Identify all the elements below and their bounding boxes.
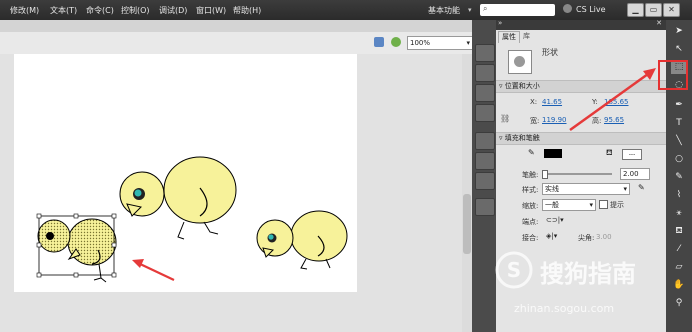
bone-tool-icon[interactable]: ⚹ (671, 206, 687, 220)
pencil-tool-icon[interactable]: ✎ (671, 170, 687, 184)
instance-type-label: 形状 (542, 48, 558, 57)
lock-aspect-icon[interactable]: ⛓ (500, 114, 510, 123)
stroke-width-input[interactable]: 2.00 (620, 168, 650, 180)
scale-value: 一般 (545, 201, 559, 209)
join-label: 接合: (522, 234, 539, 242)
minimize-button[interactable]: ▁ (627, 3, 644, 17)
stroke-color-swatch[interactable] (544, 149, 562, 158)
stage-artwork (36, 156, 348, 283)
disclosure-icon: ▿ (499, 82, 503, 90)
watermark-url: zhinan.sogou.com (514, 302, 615, 315)
menu-help[interactable]: 帮助(H) (233, 5, 261, 16)
tool-highlight-box (658, 60, 688, 90)
stroke-style-value: 实线 (545, 185, 559, 193)
panel-close-icon[interactable]: ✕ (656, 19, 662, 27)
edit-symbols-icon[interactable] (374, 37, 384, 47)
cs-live-icon (563, 4, 572, 13)
fill-color-swatch[interactable]: --- (622, 149, 642, 160)
paint-bucket-icon: ⛾ (606, 148, 613, 157)
workspace-switcher[interactable]: 基本功能 (428, 5, 460, 16)
section-fill-title: 填充和笔触 (504, 134, 540, 142)
menu-text[interactable]: 文本(T) (50, 5, 77, 16)
text-tool-icon[interactable]: T (671, 116, 687, 130)
edit-stroke-style-icon[interactable]: ✎ (638, 183, 645, 192)
close-button[interactable]: ✕ (663, 3, 680, 17)
stroke-slider[interactable] (542, 170, 612, 179)
scale-select[interactable]: 一般 ▾ (542, 199, 596, 211)
watermark: S 搜狗指南 zhinan.sogou.com (470, 244, 692, 332)
collapse-icon[interactable]: » (498, 19, 502, 27)
scale-dropdown-icon: ▾ (589, 201, 593, 209)
hint-checkbox[interactable] (599, 200, 608, 209)
annotation-arrow-tool (569, 68, 656, 132)
width-label: 宽: (530, 117, 540, 125)
panel-btn-components[interactable] (475, 198, 495, 216)
sogou-logo-icon: S (495, 251, 533, 289)
chick-right[interactable] (256, 210, 348, 270)
paint-bucket-icon[interactable]: ⛾ (671, 224, 687, 238)
pen-tool-icon[interactable]: ✒ (671, 98, 687, 112)
join-select[interactable]: ◈|▾ (546, 232, 557, 240)
svg-text:S: S (507, 258, 521, 282)
stroke-label: 笔触: (522, 171, 539, 179)
brush-tool-icon[interactable]: ⌇ (671, 188, 687, 202)
disclosure-icon: ▿ (499, 134, 503, 142)
edit-bar: 100% ▾ (0, 32, 473, 55)
search-icon: ⌕ (483, 4, 488, 13)
scale-label: 缩放: (522, 202, 539, 210)
panel-btn-properties[interactable] (475, 44, 495, 62)
cap-label: 端点: (522, 218, 539, 226)
shape-thumbnail-icon (508, 50, 532, 74)
menu-debug[interactable]: 调试(D) (159, 5, 187, 16)
cs-live-link[interactable]: CS Live (576, 5, 606, 14)
panel-btn-swatches[interactable] (475, 152, 495, 170)
zoom-dropdown-icon: ▾ (466, 39, 470, 47)
menu-control[interactable]: 控制(O) (121, 5, 150, 16)
x-label: X: (530, 98, 538, 106)
panel-btn-info[interactable] (475, 84, 495, 102)
miter-label: 尖角: (578, 234, 595, 242)
workspace-dropdown-icon[interactable]: ▾ (468, 6, 472, 14)
zoom-value: 100% (410, 39, 431, 47)
subselect-tool-icon[interactable]: ↖ (671, 42, 687, 56)
panel-btn-color[interactable] (475, 132, 495, 150)
style-dropdown-icon: ▾ (623, 185, 627, 193)
watermark-title: 搜狗指南 (540, 260, 636, 288)
panel-btn-motion[interactable] (475, 172, 495, 190)
edit-scene-icon[interactable] (391, 37, 401, 47)
rect-tool-icon[interactable]: ○ (671, 152, 687, 166)
menu-window[interactable]: 窗口(W) (196, 5, 226, 16)
zoom-select[interactable]: 100% ▾ (407, 36, 473, 50)
menu-commands[interactable]: 命令(C) (86, 5, 114, 16)
panel-btn-library[interactable] (475, 64, 495, 82)
tab-properties[interactable]: 属性 (498, 31, 520, 43)
line-tool-icon[interactable]: ╲ (671, 134, 687, 148)
panel-btn-align[interactable] (475, 104, 495, 122)
style-label: 样式: (522, 186, 539, 194)
stroke-style-select[interactable]: 实线 ▾ (542, 183, 630, 195)
search-input[interactable]: ⌕ (480, 4, 555, 16)
menu-bar: 修改(M) 文本(T) 命令(C) 控制(O) 调试(D) 窗口(W) 帮助(H… (0, 0, 692, 20)
pencil-icon: ✎ (528, 148, 535, 157)
menu-modify[interactable]: 修改(M) (10, 5, 39, 16)
annotation-arrow-stage (132, 259, 175, 281)
selection-tool-icon[interactable]: ➤ (671, 24, 687, 38)
maximize-button[interactable]: ▭ (645, 3, 662, 17)
tab-library[interactable]: 库 (520, 31, 533, 42)
stroke-slider-handle[interactable] (542, 170, 548, 179)
section-position-title: 位置和大小 (504, 82, 540, 90)
selected-chick[interactable] (36, 213, 117, 283)
panel-header: » ✕ (496, 19, 666, 30)
cap-select[interactable]: ⊂⊃|▾ (546, 216, 564, 224)
miter-value[interactable]: 3.00 (596, 233, 612, 241)
chick-large[interactable] (119, 156, 237, 240)
stage[interactable] (14, 54, 357, 292)
hint-label: 提示 (610, 201, 624, 209)
